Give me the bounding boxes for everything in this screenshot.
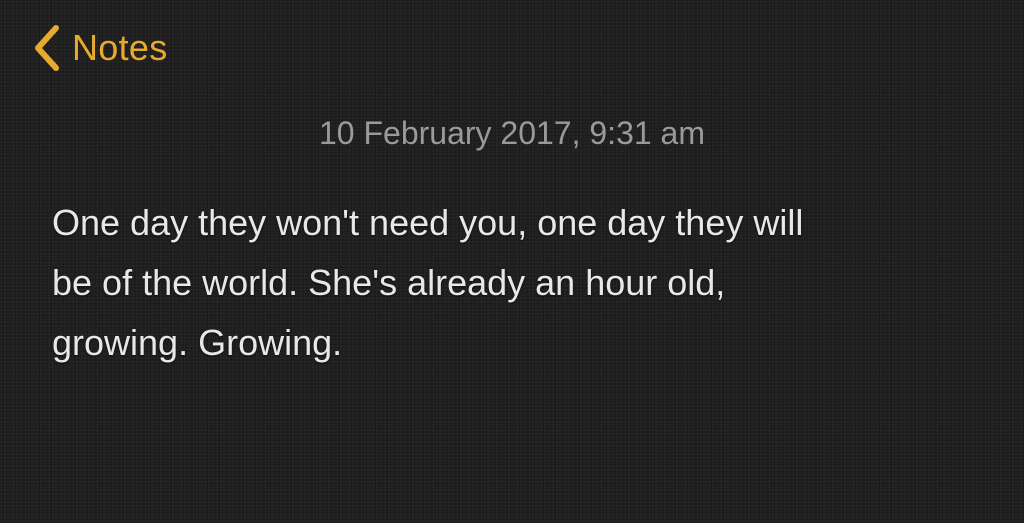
back-to-notes-button[interactable]: Notes (30, 20, 168, 76)
note-timestamp: 10 February 2017, 9:31 am (318, 115, 705, 151)
note-line: growing. Growing. (52, 322, 343, 363)
note-line: One day they won't need you, one day the… (52, 202, 804, 243)
chevron-left-icon (35, 25, 59, 71)
back-button-label: Notes (72, 27, 168, 68)
note-body[interactable]: One day they won't need you, one day the… (52, 193, 982, 373)
note-line: be of the world. She's already an hour o… (52, 262, 726, 303)
